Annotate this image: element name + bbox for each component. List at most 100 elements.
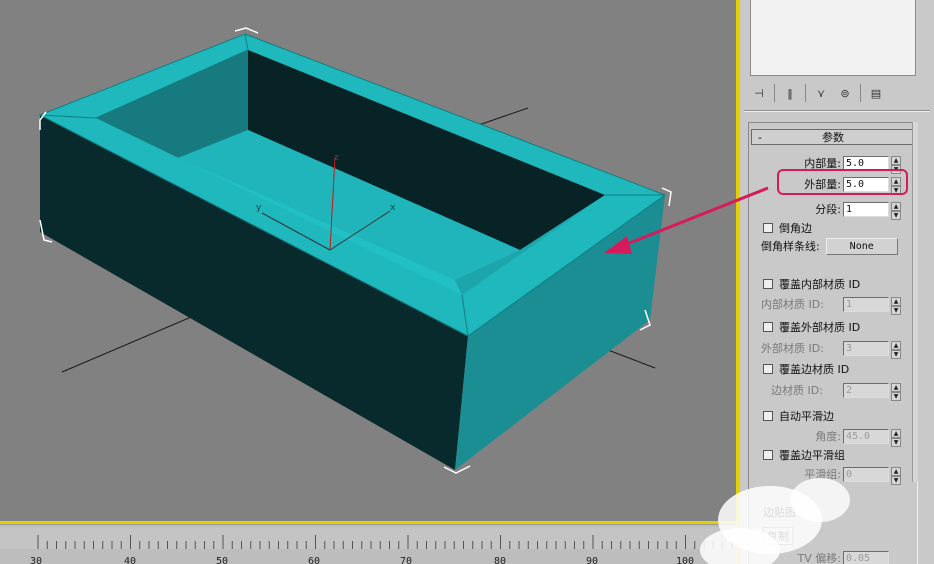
override-edge-mat-row[interactable]: 覆盖边材质 ID — [763, 360, 849, 378]
remove-modifier-icon[interactable]: ⊚ — [834, 83, 856, 103]
rollout-header[interactable]: - 参数 — [751, 129, 915, 145]
spinner-up-icon: ▲ — [891, 428, 901, 438]
bevel-edges-checkbox[interactable] — [763, 223, 773, 233]
outer-amount-row: 外部量: 5.0 ▲ ▼ — [789, 175, 901, 195]
spinner-up-icon: ▲ — [891, 296, 901, 306]
override-inner-mat-label: 覆盖内部材质 ID — [779, 278, 861, 291]
spinner-up-icon: ▲ — [891, 340, 901, 350]
inner-mat-id-field: 1 — [843, 296, 889, 312]
spinner-down-icon: ▼ — [891, 391, 901, 401]
axis-label-y: y — [256, 203, 262, 213]
outer-amount-field[interactable]: 5.0 — [843, 176, 889, 192]
tv-offset-row: TV 偏移: 0.05 — [781, 549, 889, 564]
angle-spinner: 45.0 ▲ ▼ — [843, 428, 901, 447]
spinner-arrows[interactable]: ▲ ▼ — [891, 201, 901, 220]
edge-mat-id-spinner: 2 ▲ ▼ — [843, 382, 901, 401]
spinner-arrows[interactable]: ▲ ▼ — [891, 176, 901, 195]
outer-mat-id-row: 外部材质 ID: 3 ▲ ▼ — [761, 339, 901, 359]
timeline-ticks — [0, 527, 736, 549]
timeline-label: 90 — [586, 556, 599, 564]
toolbar-separator — [860, 84, 861, 102]
spinner-up-icon: ▲ — [891, 382, 901, 392]
modifier-stack-list[interactable] — [750, 0, 916, 76]
timeline-label: 50 — [216, 556, 229, 564]
override-edge-mat-checkbox[interactable] — [763, 364, 773, 374]
angle-label: 角度: — [815, 430, 841, 443]
override-inner-mat-checkbox[interactable] — [763, 279, 773, 289]
override-outer-mat-label: 覆盖外部材质 ID — [779, 321, 861, 334]
panel-scrollbar[interactable] — [912, 122, 918, 482]
spinner-arrows: ▲ ▼ — [891, 340, 901, 359]
segments-label: 分段: — [815, 203, 841, 216]
outer-amount-spinner[interactable]: 5.0 ▲ ▼ — [843, 176, 901, 195]
scene-canvas[interactable]: z y x — [0, 0, 736, 524]
edge-mapping-label: 边贴图 — [763, 506, 796, 519]
outer-mat-id-label: 外部材质 ID: — [761, 342, 824, 355]
edge-mat-id-row: 边材质 ID: 2 ▲ ▼ — [771, 381, 901, 401]
auto-smooth-label: 自动平滑边 — [779, 410, 834, 423]
bevel-spline-button[interactable]: None — [825, 237, 898, 255]
spinner-up-icon[interactable]: ▲ — [891, 201, 901, 211]
tv-offset-spinner: 0.05 — [843, 550, 889, 564]
angle-field: 45.0 — [843, 428, 889, 444]
override-inner-mat-row[interactable]: 覆盖内部材质 ID — [763, 275, 860, 293]
copy-dropdown[interactable]: 复制 — [763, 527, 793, 545]
spinner-down-icon[interactable]: ▼ — [891, 210, 901, 220]
inner-amount-spinner[interactable]: 5.0 ▲ ▼ — [843, 155, 901, 174]
timeline-ruler[interactable]: 30 40 50 60 70 80 90 100 — [0, 524, 736, 564]
segments-row: 分段: 1 ▲ ▼ — [789, 200, 901, 220]
segments-spinner[interactable]: 1 ▲ ▼ — [843, 201, 901, 220]
spinner-down-icon: ▼ — [891, 305, 901, 315]
spinner-down-icon[interactable]: ▼ — [891, 164, 901, 174]
spinner-up-icon[interactable]: ▲ — [891, 155, 901, 165]
make-unique-icon[interactable]: ⋎ — [810, 83, 832, 103]
spinner-arrows: ▲ ▼ — [891, 428, 901, 447]
override-edge-smooth-label: 覆盖边平滑组 — [779, 449, 845, 462]
pin-icon[interactable]: ⊣ — [748, 83, 770, 103]
bevel-spline-row: 倒角样条线: None — [761, 237, 898, 255]
outer-mat-id-field: 3 — [843, 340, 889, 356]
show-end-result-icon[interactable]: ‖ — [779, 83, 801, 103]
edge-mat-id-label: 边材质 ID: — [771, 384, 823, 397]
bevel-edges-row[interactable]: 倒角边 — [763, 219, 812, 237]
bevel-edges-label: 倒角边 — [779, 222, 812, 235]
spinner-arrows: ▲ ▼ — [891, 296, 901, 315]
toolbar-separator — [805, 84, 806, 102]
spinner-up-icon[interactable]: ▲ — [891, 176, 901, 186]
spinner-arrows: ▲ ▼ — [891, 466, 901, 485]
auto-smooth-row[interactable]: 自动平滑边 — [763, 407, 834, 425]
copy-row[interactable]: 复制 — [763, 527, 793, 545]
axis-label-z: z — [334, 153, 339, 163]
perspective-viewport[interactable]: z y x — [0, 0, 736, 524]
inner-amount-field[interactable]: 5.0 — [843, 155, 889, 171]
panel-divider — [744, 110, 930, 112]
spinner-down-icon: ▼ — [891, 475, 901, 485]
spinner-down-icon[interactable]: ▼ — [891, 185, 901, 195]
override-edge-smooth-checkbox[interactable] — [763, 450, 773, 460]
modifier-stack-toolbar: ⊣ ‖ ⋎ ⊚ ▤ — [748, 82, 918, 104]
timeline-label: 70 — [400, 556, 413, 564]
outer-mat-id-spinner: 3 ▲ ▼ — [843, 340, 901, 359]
inner-amount-row: 内部量: 5.0 ▲ ▼ — [789, 154, 901, 174]
collapse-icon[interactable]: - — [752, 131, 768, 144]
inner-mat-id-spinner: 1 ▲ ▼ — [843, 296, 901, 315]
configure-modifier-sets-icon[interactable]: ▤ — [865, 83, 887, 103]
edge-mapping-row: 边贴图 — [763, 503, 796, 521]
timeline-label: 100 — [676, 556, 695, 564]
spinner-arrows: ▲ ▼ — [891, 382, 901, 401]
smooth-group-label: 平滑组: — [804, 468, 841, 481]
inner-amount-label: 内部量: — [804, 157, 841, 170]
command-panel: ⊣ ‖ ⋎ ⊚ ▤ - 参数 内部量: 5.0 ▲▼ 外部量: 5.0 ▲▼ — [738, 0, 934, 564]
rollout-title: 参数 — [822, 131, 844, 144]
auto-smooth-checkbox[interactable] — [763, 411, 773, 421]
spinner-arrows[interactable]: ▲ ▼ — [891, 155, 901, 174]
override-outer-mat-checkbox[interactable] — [763, 322, 773, 332]
axis-label-x: x — [390, 203, 396, 213]
edge-mat-id-field: 2 — [843, 382, 889, 398]
toolbar-separator — [774, 84, 775, 102]
override-edge-smooth-row[interactable]: 覆盖边平滑组 — [763, 446, 845, 464]
override-edge-mat-label: 覆盖边材质 ID — [779, 363, 850, 376]
override-outer-mat-row[interactable]: 覆盖外部材质 ID — [763, 318, 860, 336]
bevel-spline-label: 倒角样条线: — [761, 240, 820, 253]
segments-field[interactable]: 1 — [843, 201, 889, 217]
